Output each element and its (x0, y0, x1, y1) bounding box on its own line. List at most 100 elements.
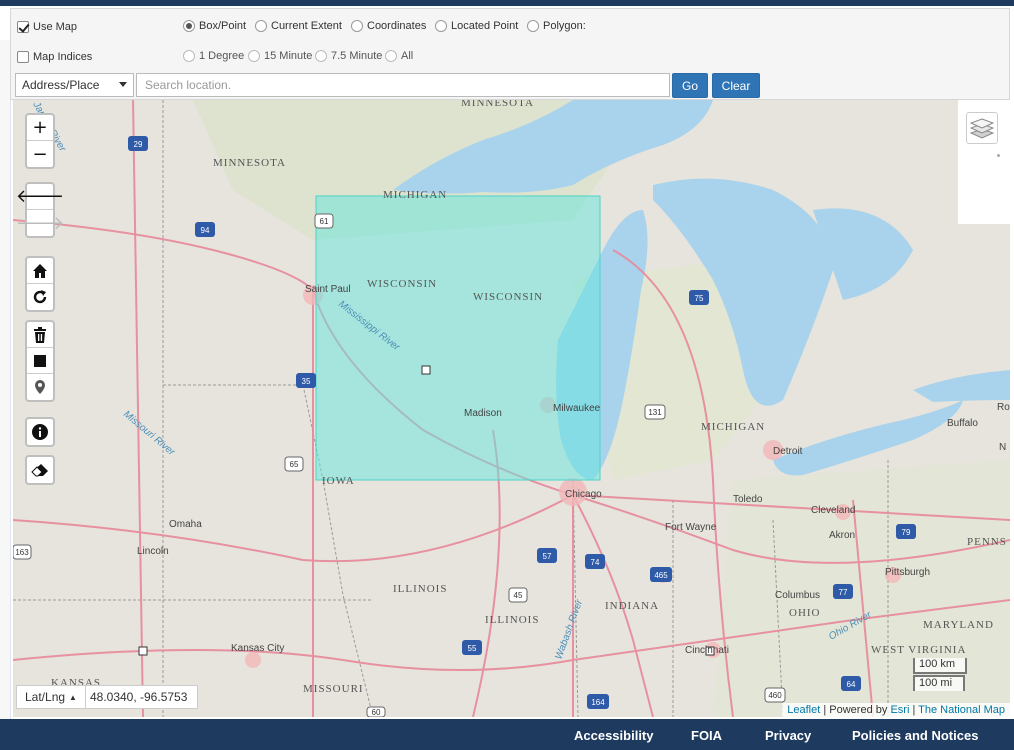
arrow-right-icon: 🡒 (15, 212, 65, 234)
go-button[interactable]: Go (672, 73, 708, 98)
state-label: MICHIGAN (701, 421, 765, 433)
home-icon (33, 263, 47, 278)
use-map-option[interactable]: Use Map (17, 21, 77, 33)
state-label: INDIANA (605, 600, 659, 612)
city-label: Akron (829, 530, 855, 541)
zoom-out-button[interactable]: − (27, 141, 53, 167)
route-shield: 65 (284, 456, 304, 472)
svg-text:64: 64 (847, 680, 856, 689)
interstate-shield: 94 (195, 222, 215, 237)
index-1-degree[interactable]: 1 Degree (183, 50, 244, 62)
trash-icon (34, 326, 46, 343)
history-control: 🡐 🡒 (16, 182, 64, 238)
draw-rectangle-button[interactable] (27, 348, 53, 374)
city-label: Buffalo (947, 418, 978, 429)
radio-polygon[interactable] (527, 20, 539, 32)
leaflet-link[interactable]: Leaflet (787, 704, 820, 716)
mode-coordinates[interactable]: Coordinates (351, 20, 426, 32)
index-all[interactable]: All (385, 50, 413, 62)
svg-text:60: 60 (372, 708, 381, 717)
svg-text:65: 65 (290, 460, 299, 469)
city-label: N (999, 442, 1006, 453)
layers-button[interactable] (966, 112, 998, 144)
svg-text:465: 465 (654, 571, 668, 580)
attribution-text: | Powered by (823, 704, 888, 716)
draw-marker-button[interactable] (27, 374, 53, 400)
state-label: ILLINOIS (393, 583, 447, 595)
footer-link-accessibility[interactable]: Accessibility (574, 728, 654, 743)
route-shield: 61 (314, 213, 334, 229)
use-map-checkbox[interactable] (17, 21, 29, 33)
map-view[interactable]: MINNESOTA MINNESOTA MICHIGAN WISCONSIN W… (13, 100, 1010, 717)
radio-located-point[interactable] (435, 20, 447, 32)
route-shield: 460 (764, 687, 786, 703)
state-label: WISCONSIN (367, 278, 437, 290)
mode-located-point[interactable]: Located Point (435, 20, 518, 32)
interstate-shield: 465 (650, 567, 672, 582)
interstate-shield: 77 (833, 584, 853, 599)
svg-text:35: 35 (302, 377, 311, 386)
coordinate-display: Lat/Lng ▲ 48.0340, -96.5753 (16, 685, 199, 709)
coord-format-select[interactable]: Lat/Lng ▲ (16, 685, 86, 709)
interstate-shield: 164 (587, 694, 609, 709)
map-indices-checkbox[interactable] (17, 51, 29, 63)
svg-text:77: 77 (839, 588, 848, 597)
map-labels: MINNESOTA MINNESOTA MICHIGAN WISCONSIN W… (13, 100, 1010, 717)
mode-label: Located Point (451, 20, 519, 32)
interstate-shield: 75 (689, 290, 709, 305)
search-type-select[interactable]: Address/Place (15, 73, 134, 97)
zoom-control: + − (25, 113, 55, 169)
radio-coordinates[interactable] (351, 20, 363, 32)
radio-all[interactable] (385, 50, 397, 62)
mode-box-point[interactable]: Box/Point (183, 20, 246, 32)
svg-text:94: 94 (201, 226, 210, 235)
home-refresh-control (25, 256, 55, 312)
back-button[interactable]: 🡐 (16, 184, 64, 210)
radio-box-point[interactable] (183, 20, 195, 32)
left-edge-panel (0, 40, 11, 720)
river-label: Ohio River (827, 609, 874, 642)
refresh-button[interactable] (27, 284, 53, 310)
national-map-link[interactable]: The National Map (918, 704, 1005, 716)
city-label: Fort Wayne (665, 522, 717, 533)
footer-link-privacy[interactable]: Privacy (765, 728, 811, 743)
mode-current-extent[interactable]: Current Extent (255, 20, 342, 32)
draw-toolbar (25, 320, 55, 402)
eraser-control (25, 455, 55, 485)
eraser-button[interactable] (27, 457, 53, 483)
svg-text:460: 460 (768, 691, 782, 700)
svg-text:55: 55 (468, 644, 477, 653)
radio-current-extent[interactable] (255, 20, 267, 32)
zoom-in-button[interactable]: + (27, 115, 53, 141)
city-label: Toledo (733, 494, 763, 505)
footer-link-policies[interactable]: Policies and Notices (852, 728, 978, 743)
forward-button[interactable]: 🡒 (16, 210, 64, 236)
svg-text:29: 29 (134, 140, 143, 149)
interstate-shield: 79 (896, 524, 916, 539)
city-label: Columbus (775, 590, 820, 601)
home-button[interactable] (27, 258, 53, 284)
footer-link-foia[interactable]: FOIA (691, 728, 722, 743)
esri-link[interactable]: Esri (890, 704, 909, 716)
info-button[interactable] (27, 419, 53, 445)
radio-15-minute[interactable] (248, 50, 260, 62)
radio-1-degree[interactable] (183, 50, 195, 62)
mode-label: Polygon: (543, 20, 586, 32)
svg-text:57: 57 (543, 552, 552, 561)
search-input[interactable] (136, 73, 670, 97)
river-label: Wabash River (553, 598, 585, 661)
map-indices-option[interactable]: Map Indices (17, 51, 92, 63)
index-7-5-minute[interactable]: 7.5 Minute (315, 50, 382, 62)
radio-7-5-minute[interactable] (315, 50, 327, 62)
city-label: Pittsburgh (885, 567, 930, 578)
delete-button[interactable] (27, 322, 53, 348)
index-15-minute[interactable]: 15 Minute (248, 50, 312, 62)
river-label: Mississippi River (336, 299, 402, 354)
scale-bar-metric: 100 km (913, 658, 967, 674)
mode-polygon[interactable]: Polygon: (527, 20, 586, 32)
clear-button[interactable]: Clear (712, 73, 760, 98)
interstate-shield: 29 (128, 136, 148, 151)
coord-format-value: Lat/Lng (25, 690, 66, 704)
state-label: MISSOURI (303, 683, 364, 695)
city-label: Detroit (773, 446, 803, 457)
